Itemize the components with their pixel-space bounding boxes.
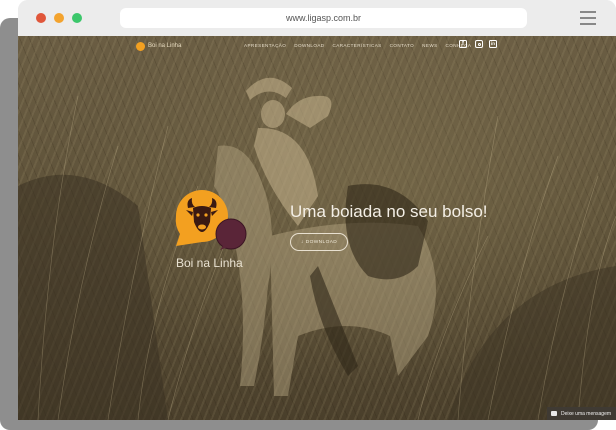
close-window-dot[interactable] xyxy=(36,13,46,23)
boi-na-linha-logo xyxy=(175,190,247,250)
nav-link-caracteristicas[interactable]: CARACTERÍSTICAS xyxy=(333,43,382,48)
brand-logo-icon xyxy=(136,41,145,51)
hero-headline: Uma boiada no seu bolso! xyxy=(290,202,488,221)
nav-links: APRESENTAÇÃO DOWNLOAD CARACTERÍSTICAS CO… xyxy=(244,43,479,48)
facebook-icon[interactable]: f xyxy=(459,40,467,48)
chat-widget-label: Deixe uma mensagem xyxy=(561,410,612,417)
maximize-window-dot[interactable] xyxy=(72,13,82,23)
instagram-icon[interactable] xyxy=(475,40,483,48)
address-bar[interactable]: www.ligasp.com.br xyxy=(120,8,527,28)
download-button-label: DOWNLOAD xyxy=(305,239,338,245)
download-icon: ↓ xyxy=(300,239,304,245)
nav-link-contato[interactable]: CONTATO xyxy=(390,43,415,48)
brand-name: Boi na Linha xyxy=(148,43,182,49)
nav-link-apresentacao[interactable]: APRESENTAÇÃO xyxy=(244,43,286,48)
download-button[interactable]: ↓ DOWNLOAD xyxy=(290,233,348,251)
nav-link-download[interactable]: DOWNLOAD xyxy=(294,43,324,48)
hero-background-photo xyxy=(18,77,616,420)
hero-section: Boi na Linha APRESENTAÇÃO DOWNLOAD CARAC… xyxy=(18,36,616,420)
browser-chrome: www.ligasp.com.br xyxy=(18,0,616,36)
browser-window: www.ligasp.com.br Boi na Linha APRESENTA… xyxy=(18,0,616,420)
top-navigation: Boi na Linha APRESENTAÇÃO DOWNLOAD CARAC… xyxy=(18,36,616,56)
nav-link-news[interactable]: NEWS xyxy=(422,43,437,48)
linkedin-icon[interactable]: in xyxy=(489,40,497,48)
nav-brand[interactable]: Boi na Linha xyxy=(136,39,181,53)
menu-icon[interactable] xyxy=(580,11,596,25)
chat-icon xyxy=(551,411,557,416)
hero-brand-name: Boi na Linha xyxy=(176,256,243,270)
chat-widget[interactable]: Deixe uma mensagem xyxy=(547,407,616,420)
minimize-window-dot[interactable] xyxy=(54,13,64,23)
